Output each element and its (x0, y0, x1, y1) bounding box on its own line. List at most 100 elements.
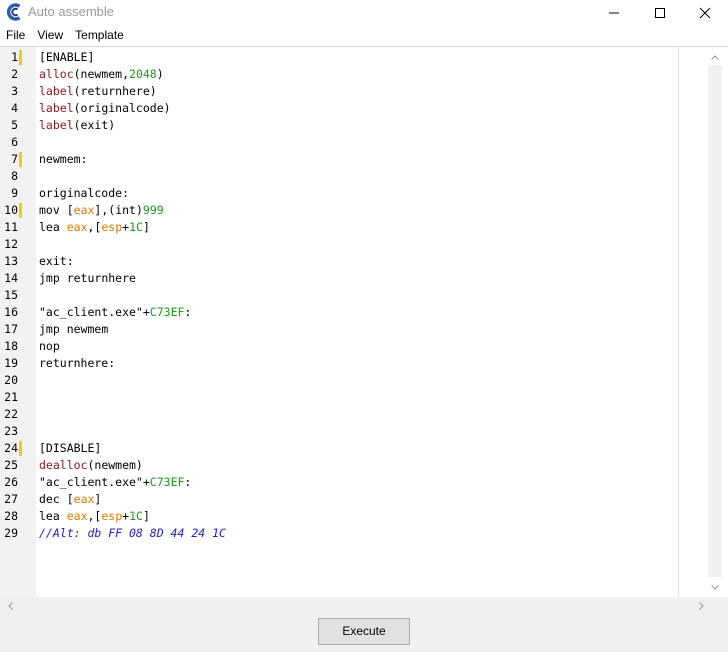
code-line: [ENABLE] (39, 49, 226, 66)
code-line: "ac_client.exe"+C73EF: (39, 304, 226, 321)
vertical-scrollbar[interactable] (678, 47, 728, 597)
scrollbar-track[interactable] (708, 65, 722, 577)
code-token: (newmem) (87, 458, 143, 472)
line-marker-slot (19, 185, 22, 202)
line-marker-slot (19, 168, 22, 185)
code-line: returnhere: (39, 355, 226, 372)
line-marker-slot (19, 389, 22, 406)
line-marker-slot (19, 491, 22, 508)
code-token: (originalcode) (73, 101, 171, 115)
line-marker-slot (19, 253, 22, 270)
code-token: ) (156, 67, 164, 81)
line-marker-slot (19, 66, 22, 83)
chevron-right-icon (698, 601, 704, 610)
code-editor[interactable]: 1 2 3 4 5 6 7 8 9 10 11 12 13 14 15 16 17 18 19 20 21 22 23 24 2… (0, 47, 728, 614)
line-marker-slot (19, 270, 22, 287)
cheat-engine-icon (6, 3, 24, 21)
horizontal-scrollbar[interactable] (0, 597, 728, 614)
line-number: 20 (4, 373, 18, 387)
line-marker-slot (19, 304, 22, 321)
code-token: eax (66, 220, 88, 234)
code-line: lea eax,[esp+1C] (39, 219, 226, 236)
code-token: //Alt: db FF 08 8D 44 24 1C (39, 526, 226, 540)
menu-template[interactable]: Template (69, 25, 130, 46)
scroll-up-arrow[interactable] (708, 51, 722, 63)
line-number: 3 (11, 84, 18, 98)
code-token: eax (66, 509, 88, 523)
scroll-left-arrow[interactable] (4, 599, 16, 612)
line-number: 24 (4, 441, 18, 455)
line-number-gutter: 1 2 3 4 5 6 7 8 9 10 11 12 13 14 15 16 17 18 19 20 21 22 23 24 2… (0, 47, 36, 597)
line-marker-slot (19, 100, 22, 117)
code-line: dealloc(newmem) (39, 457, 226, 474)
line-number: 18 (4, 339, 18, 353)
line-number: 5 (11, 118, 18, 132)
minimize-icon (609, 12, 619, 13)
code-line: mov [eax],(int)999 (39, 202, 226, 219)
line-number: 9 (11, 186, 18, 200)
code-line: jmp newmem (39, 321, 226, 338)
code-token: 1C (129, 509, 143, 523)
menu-file[interactable]: File (0, 25, 31, 46)
chevron-down-icon (711, 584, 719, 590)
code-token: + (142, 305, 150, 319)
line-marker-slot (19, 406, 22, 423)
code-line: originalcode: (39, 185, 226, 202)
execute-button[interactable]: Execute (318, 618, 410, 645)
code-token: (returnhere) (73, 84, 157, 98)
maximize-icon (655, 7, 665, 18)
code-token: C73EF (149, 305, 185, 319)
line-marker-slot (19, 525, 22, 542)
code-token: originalcode: (39, 186, 130, 200)
code-token: jmp (39, 322, 60, 336)
code-token: returnhere: (39, 356, 116, 370)
chevron-up-icon (711, 54, 719, 60)
code-token: label (39, 101, 74, 115)
code-line: [DISABLE] (39, 440, 226, 457)
window-title: Auto assemble (28, 4, 114, 19)
code-token: 2048 (129, 67, 157, 81)
code-token: exit: (39, 254, 74, 268)
line-number: 1 (11, 50, 18, 64)
code-token: eax (73, 492, 95, 506)
line-number: 17 (4, 322, 18, 336)
changed-line-marker (19, 440, 22, 457)
code-token: [DISABLE] (39, 441, 102, 455)
close-button[interactable] (682, 0, 728, 25)
code-token: label (39, 118, 74, 132)
code-token: [ (59, 492, 74, 506)
line-marker-slot (19, 508, 22, 525)
menu-view[interactable]: View (31, 25, 69, 46)
maximize-button[interactable] (637, 0, 683, 25)
line-number: 12 (4, 237, 18, 251)
line-marker-slot (19, 338, 22, 355)
code-token: eax (73, 203, 95, 217)
line-number: 26 (4, 475, 18, 489)
line-number: 4 (11, 101, 18, 115)
code-line: alloc(newmem,2048) (39, 66, 226, 83)
code-token: : (184, 305, 192, 319)
line-number: 14 (4, 271, 18, 285)
changed-line-marker (19, 49, 22, 66)
close-icon (699, 7, 711, 18)
code-token: nop (39, 339, 60, 353)
scroll-right-arrow[interactable] (695, 599, 707, 612)
line-number: 19 (4, 356, 18, 370)
code-token: (exit) (73, 118, 116, 132)
line-number: 8 (11, 169, 18, 183)
code-line: label(exit) (39, 117, 226, 134)
code-text-area[interactable]: [ENABLE] alloc(newmem,2048) label (returnhe… (36, 47, 678, 597)
line-number: 22 (4, 407, 18, 421)
scroll-down-arrow[interactable] (708, 581, 722, 593)
line-number: 13 (4, 254, 18, 268)
line-number: 28 (4, 509, 18, 523)
code-token: C73EF (149, 475, 185, 489)
changed-line-marker (19, 151, 22, 168)
minimize-button[interactable] (591, 0, 637, 25)
code-line: nop (39, 338, 226, 355)
line-number: 15 (4, 288, 18, 302)
